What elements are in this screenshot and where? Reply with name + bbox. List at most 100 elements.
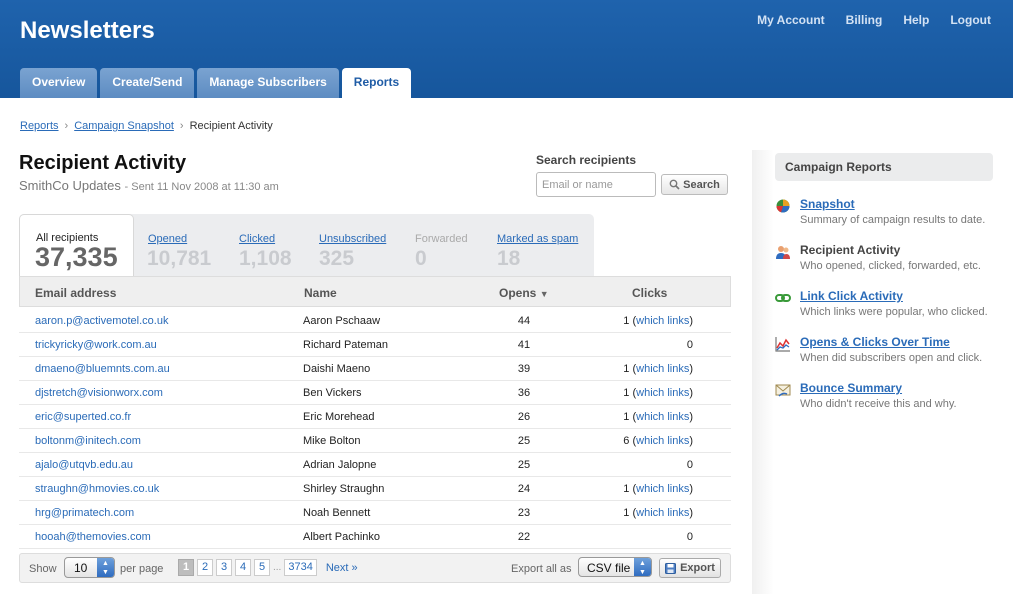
export-format-select[interactable]: CSV file ▲ ▼ [578,557,652,577]
stat-value: 325 [319,247,355,270]
stat-tab-unsubscribed[interactable]: Unsubscribed 325 [319,220,399,276]
recipient-email-link[interactable]: hooah@themovies.com [35,531,151,543]
campaign-reports-sidebar: Campaign Reports Snapshot Summary of cam… [775,153,993,410]
sent-date: - Sent 11 Nov 2008 at 11:30 am [124,181,279,193]
link-icon [775,294,791,302]
recipient-rows: aaron.p@activemotel.co.uk Aaron Pschaaw 44… [19,309,731,549]
table-header: Email address Name Opens ▼ Clicks [19,276,731,307]
breadcrumb-campaign-snapshot[interactable]: Campaign Snapshot [74,120,174,132]
breadcrumb-reports[interactable]: Reports [20,120,59,132]
recipient-name: Albert Pachinko [303,531,381,543]
tab-manage-subscribers[interactable]: Manage Subscribers [197,68,339,98]
table-row: boltonm@initech.com Mike Bolton 25 6 (which… [19,429,731,453]
search-input[interactable] [536,172,656,197]
recipient-clicks: 6 (which links) [623,435,693,447]
column-header-email[interactable]: Email address [35,286,116,300]
table-row: aaron.p@activemotel.co.uk Aaron Pschaaw 44… [19,309,731,333]
page-link-1[interactable]: 1 [178,559,194,576]
export-button[interactable]: Export [659,558,721,578]
which-links-link[interactable]: which links [636,315,689,327]
app-title: Newsletters [20,17,155,44]
help-link[interactable]: Help [903,13,929,27]
line-chart-icon [775,337,790,352]
recipient-opens: 44 [517,315,531,327]
recipient-email-link[interactable]: straughn@hmovies.co.uk [35,483,159,495]
page-link-5[interactable]: 5 [254,559,270,576]
per-page-value: 10 [74,561,88,575]
which-links-link[interactable]: which links [636,435,689,447]
pagination-bar: Show 10 ▲ ▼ per page 1 2 3 4 5 ... 3734 N… [19,553,731,583]
tab-create-send[interactable]: Create/Send [100,68,195,98]
search-label: Search recipients [536,153,637,167]
top-nav: My Account Billing Help Logout [757,13,991,27]
stat-tab-all-recipients[interactable]: All recipients 37,335 [19,214,134,278]
recipient-opens: 25 [517,435,531,447]
logout-link[interactable]: Logout [950,13,991,27]
column-header-name[interactable]: Name [304,286,337,300]
table-row: djstretch@visionworx.com Ben Vickers 36 1 (… [19,381,731,405]
recipient-name: Richard Pateman [303,339,388,351]
recipient-name: Daishi Maeno [303,363,371,375]
stat-tab-marked-as-spam[interactable]: Marked as spam 18 [497,220,592,276]
stat-tab-opened[interactable]: Opened 10,781 [147,220,227,276]
recipient-clicks: 1 (which links) [623,483,693,495]
table-row: hrg@primatech.com Noah Bennett 23 1 (which … [19,501,731,525]
breadcrumb-current: Recipient Activity [189,120,273,132]
breadcrumb: Reports › Campaign Snapshot › Recipient … [20,120,273,132]
page-link-last[interactable]: 3734 [284,559,317,576]
recipient-panel: All recipients 37,335 Opened 10,781 Clic… [19,214,731,583]
next-page-link[interactable]: Next » [326,562,358,574]
table-row: straughn@hmovies.co.uk Shirley Straughn 24… [19,477,731,501]
export-label: Export all as [511,563,572,575]
page-title: Recipient Activity [19,152,187,174]
recipient-email-link[interactable]: dmaeno@bluemnts.com.au [35,363,170,375]
per-page-select[interactable]: 10 ▲ ▼ [64,557,115,578]
billing-link[interactable]: Billing [846,13,883,27]
page-ellipsis: ... [273,562,282,573]
chevron-right-icon: › [179,120,184,132]
recipient-email-link[interactable]: hrg@primatech.com [35,507,134,519]
stat-value: 1,108 [239,247,292,270]
recipient-email-link[interactable]: djstretch@visionworx.com [35,387,163,399]
recipient-clicks: 1 (which links) [623,315,693,327]
search-button[interactable]: Search [661,174,728,195]
page-link-2[interactable]: 2 [197,559,213,576]
sidebar-item-title[interactable]: Link Click Activity [800,289,903,303]
column-header-opens[interactable]: Opens ▼ [499,286,549,300]
recipient-clicks: 1 (which links) [623,411,693,423]
tab-overview[interactable]: Overview [20,68,98,98]
recipient-opens: 41 [517,339,531,351]
recipient-email-link[interactable]: boltonm@initech.com [35,435,141,447]
chevron-right-icon: › [64,120,69,132]
which-links-link[interactable]: which links [636,363,689,375]
which-links-link[interactable]: which links [636,387,689,399]
page-link-4[interactable]: 4 [235,559,251,576]
column-header-clicks[interactable]: Clicks [632,286,667,300]
recipient-email-link[interactable]: aaron.p@activemotel.co.uk [35,315,168,327]
which-links-link[interactable]: which links [636,483,689,495]
per-page-label: per page [120,563,164,575]
table-row: trickyricky@work.com.au Richard Pateman 41… [19,333,731,357]
stat-tab-clicked[interactable]: Clicked 1,108 [239,220,309,276]
my-account-link[interactable]: My Account [757,13,825,27]
main-tabs: Overview Create/Send Manage Subscribers … [20,68,414,99]
search-icon [669,179,680,190]
recipient-opens: 24 [517,483,531,495]
which-links-link[interactable]: which links [636,411,689,423]
recipient-opens: 36 [517,387,531,399]
recipient-email-link[interactable]: trickyricky@work.com.au [35,339,157,351]
sidebar-item-desc: Which links were popular, who clicked. [800,306,988,318]
recipient-name: Ben Vickers [303,387,362,399]
sort-down-icon: ▼ [539,289,549,299]
which-links-link[interactable]: which links [636,507,689,519]
tab-reports[interactable]: Reports [341,68,412,99]
recipient-email-link[interactable]: eric@superted.co.fr [35,411,131,423]
page-link-3[interactable]: 3 [216,559,232,576]
sidebar-item-title[interactable]: Snapshot [800,197,855,211]
recipient-name: Eric Morehead [303,411,375,423]
recipient-clicks: 0 [686,531,693,543]
search-button-label: Search [683,178,720,191]
sidebar-item-title[interactable]: Bounce Summary [800,381,902,395]
recipient-email-link[interactable]: ajalo@utqvb.edu.au [35,459,133,471]
sidebar-item-title[interactable]: Opens & Clicks Over Time [800,335,950,349]
